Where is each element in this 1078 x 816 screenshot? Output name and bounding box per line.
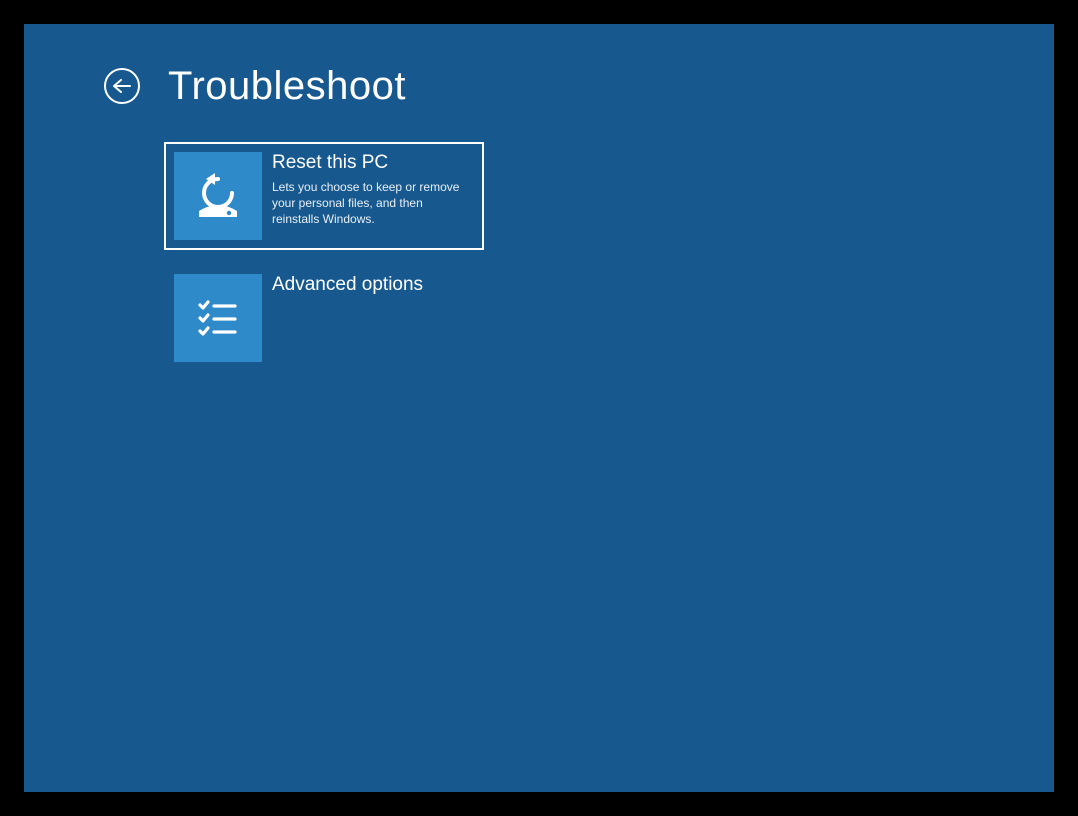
page-title: Troubleshoot xyxy=(168,66,406,106)
checklist-icon xyxy=(174,274,262,362)
reset-icon xyxy=(174,152,262,240)
option-text: Reset this PC Lets you choose to keep or… xyxy=(272,152,472,227)
option-title: Advanced options xyxy=(272,274,423,297)
option-advanced-options[interactable]: Advanced options xyxy=(164,264,484,372)
option-text: Advanced options xyxy=(272,274,423,297)
option-description: Lets you choose to keep or remove your p… xyxy=(272,179,472,228)
options-list: Reset this PC Lets you choose to keep or… xyxy=(164,142,484,386)
recovery-environment-screen: Troubleshoot Reset this PC Lets you choo… xyxy=(24,24,1054,792)
option-reset-this-pc[interactable]: Reset this PC Lets you choose to keep or… xyxy=(164,142,484,250)
back-button[interactable] xyxy=(104,68,140,104)
option-title: Reset this PC xyxy=(272,152,472,175)
header: Troubleshoot xyxy=(104,66,406,106)
